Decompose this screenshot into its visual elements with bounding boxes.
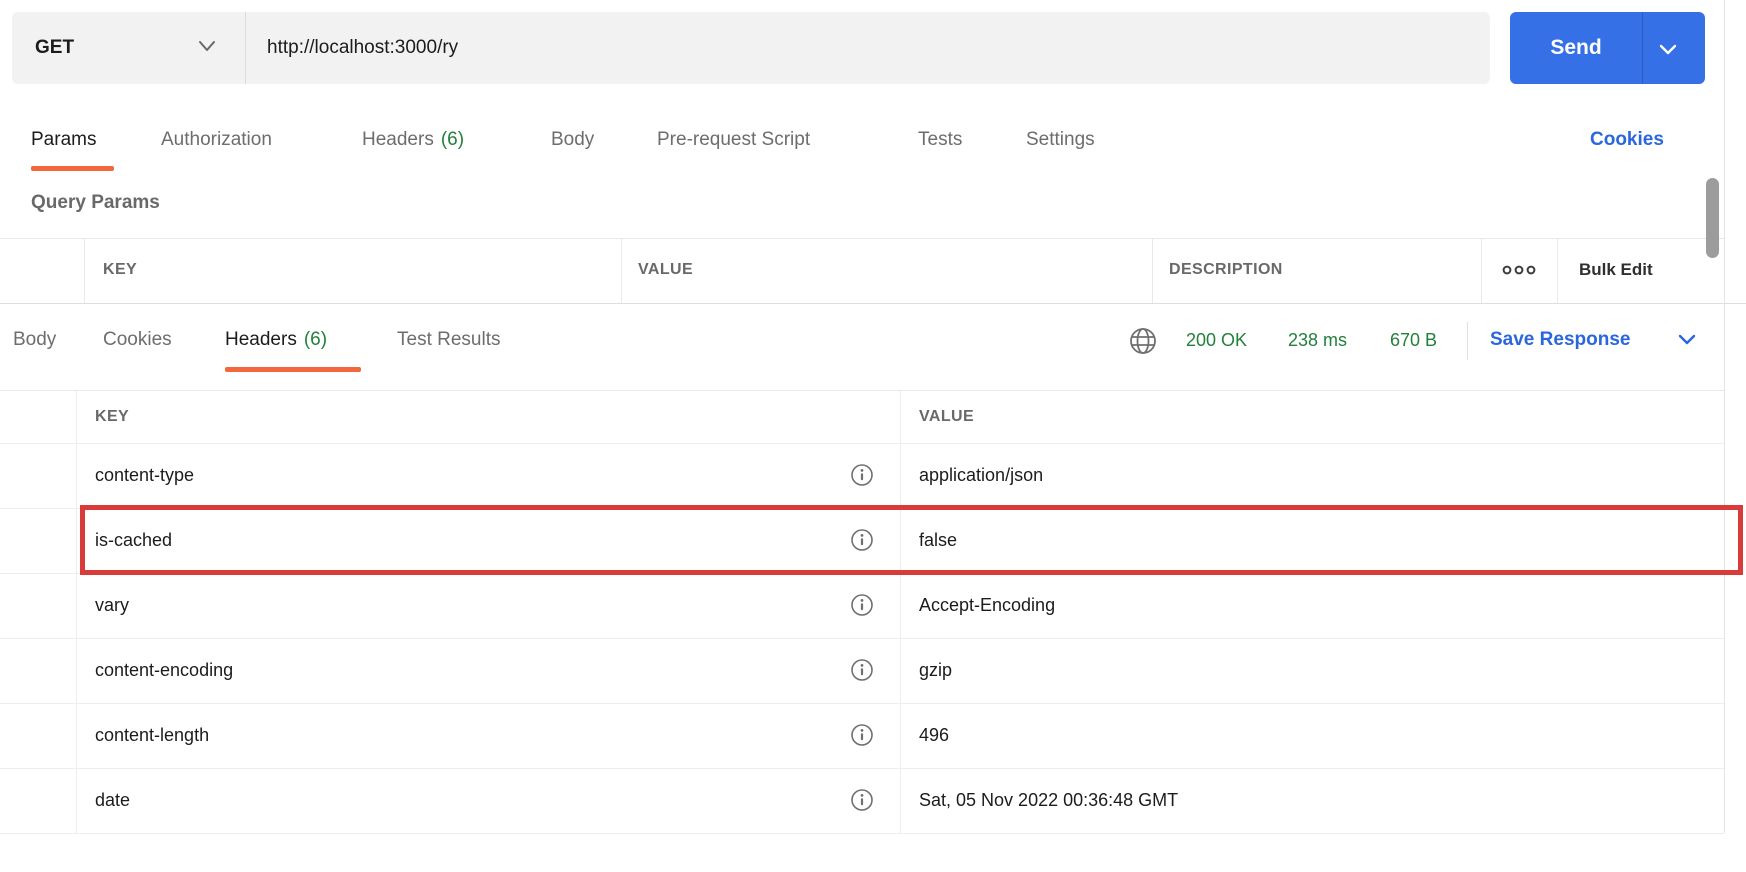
response-tab-headers-count: (6) <box>304 329 327 350</box>
cookies-link[interactable]: Cookies <box>1590 118 1664 162</box>
status-code-badge: 200 OK <box>1186 310 1247 370</box>
send-button-label[interactable]: Send <box>1510 12 1642 84</box>
header-row-value: 496 <box>919 703 949 768</box>
resp-header-bottom-border <box>0 443 1724 444</box>
info-icon[interactable] <box>850 788 874 812</box>
three-dots-icon[interactable] <box>1495 262 1543 278</box>
bulk-edit-button[interactable]: Bulk Edit <box>1579 238 1653 302</box>
tab-settings-label: Settings <box>1026 129 1095 150</box>
tab-pre-request-script-label: Pre-request Script <box>657 129 810 150</box>
globe-icon[interactable] <box>1129 327 1157 355</box>
info-icon[interactable] <box>850 723 874 747</box>
vertical-scrollbar-thumb[interactable] <box>1706 178 1719 258</box>
header-row-value: Sat, 05 Nov 2022 00:36:48 GMT <box>919 768 1178 833</box>
tab-pre-request-script[interactable]: Pre-request Script <box>657 118 810 162</box>
response-tab-test-results[interactable]: Test Results <box>397 310 500 370</box>
info-icon[interactable] <box>850 463 874 487</box>
header-row-key: content-type <box>95 443 194 508</box>
qp-divider-4 <box>1481 238 1482 303</box>
header-row-key: content-encoding <box>95 638 233 703</box>
method-chevron-down-icon[interactable] <box>196 39 218 53</box>
resp-row-border-4 <box>0 703 1724 704</box>
response-active-tab-underline <box>225 367 361 372</box>
query-params-title: Query Params <box>31 181 160 225</box>
qp-column-description: DESCRIPTION <box>1169 238 1283 302</box>
tab-body-label: Body <box>551 129 594 150</box>
qp-table-top-border <box>0 238 1724 239</box>
header-row-value: application/json <box>919 443 1043 508</box>
tab-authorization[interactable]: Authorization <box>161 118 272 162</box>
save-response-button[interactable]: Save Response <box>1490 310 1630 370</box>
response-tab-test-results-label: Test Results <box>397 329 500 350</box>
qp-divider-5 <box>1557 238 1558 303</box>
tab-headers-label: Headers <box>362 129 434 150</box>
send-split-divider <box>1642 12 1643 84</box>
tab-headers-count: (6) <box>441 129 464 150</box>
header-row-value: Accept-Encoding <box>919 573 1055 638</box>
response-tab-body[interactable]: Body <box>13 310 56 370</box>
resp-row-border-3 <box>0 638 1724 639</box>
method-selector[interactable]: GET <box>35 12 74 84</box>
tab-params-label: Params <box>31 129 96 150</box>
header-row-key: vary <box>95 573 129 638</box>
response-tab-cookies-label: Cookies <box>103 329 172 350</box>
tab-settings[interactable]: Settings <box>1026 118 1095 162</box>
tab-authorization-label: Authorization <box>161 129 272 150</box>
response-tab-headers-label: Headers <box>225 329 297 350</box>
tab-body[interactable]: Body <box>551 118 594 162</box>
qp-column-value: VALUE <box>638 238 693 302</box>
response-tab-headers[interactable]: Headers (6) <box>225 310 327 370</box>
status-size-badge: 670 B <box>1390 310 1437 370</box>
qp-divider-1 <box>84 238 85 303</box>
url-input[interactable] <box>267 12 1447 84</box>
resp-key-value-divider <box>900 390 901 833</box>
response-tab-body-label: Body <box>13 329 56 350</box>
save-response-chevron-down-icon[interactable] <box>1676 333 1698 347</box>
tab-params[interactable]: Params <box>31 118 96 162</box>
qp-divider-2 <box>621 238 622 303</box>
pane-splitter <box>0 303 1746 304</box>
qp-column-key: KEY <box>103 238 137 302</box>
resp-row-border-5 <box>0 768 1724 769</box>
resp-table-top-border <box>0 390 1724 391</box>
qp-divider-3 <box>1152 238 1153 303</box>
header-row-value: gzip <box>919 638 952 703</box>
info-icon[interactable] <box>850 658 874 682</box>
resp-column-value: VALUE <box>919 390 974 443</box>
send-button[interactable]: Send <box>1510 12 1705 84</box>
resp-table-bottom-border <box>0 833 1724 834</box>
tab-headers[interactable]: Headers (6) <box>362 118 464 162</box>
highlight-box-is-cached-row <box>80 505 1743 575</box>
header-row-key: content-length <box>95 703 209 768</box>
method-url-divider <box>245 12 246 84</box>
rest-client-window: GET Send Params Authorization Headers (6)… <box>0 0 1746 872</box>
status-time-badge: 238 ms <box>1288 310 1347 370</box>
resp-gutter-divider <box>76 390 77 833</box>
panel-right-border <box>1724 0 1725 833</box>
tab-tests-label: Tests <box>918 129 962 150</box>
header-row-key: date <box>95 768 130 833</box>
info-icon[interactable] <box>850 593 874 617</box>
resp-column-key: KEY <box>95 390 129 443</box>
response-tab-cookies[interactable]: Cookies <box>103 310 172 370</box>
tab-tests[interactable]: Tests <box>918 118 962 162</box>
status-divider <box>1467 322 1468 360</box>
active-tab-underline <box>31 166 114 171</box>
send-chevron-down-icon[interactable] <box>1656 43 1680 57</box>
